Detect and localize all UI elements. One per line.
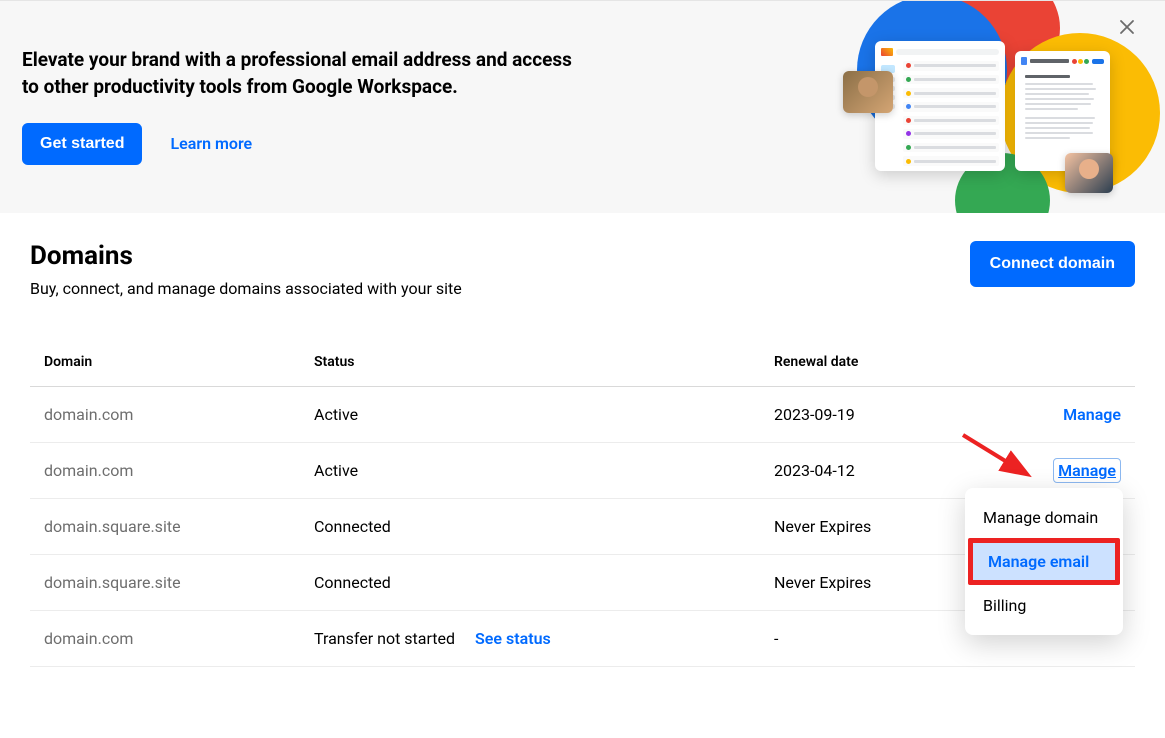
domains-section: Domains Buy, connect, and manage domains…: [0, 213, 1165, 695]
close-icon: [1119, 19, 1135, 35]
learn-more-link[interactable]: Learn more: [170, 134, 252, 153]
domains-table: Domain Status Renewal date domain.com Ac…: [30, 338, 1135, 667]
cell-status: Transfer not started See status: [314, 629, 774, 648]
close-banner-button[interactable]: [1119, 19, 1143, 43]
col-header-renewal: Renewal date: [774, 354, 994, 370]
col-header-domain: Domain: [44, 354, 314, 370]
cell-renewal: Never Expires: [774, 517, 994, 536]
table-row: domain.com Active 2023-04-12 Manage Mana…: [30, 443, 1135, 499]
banner-illustration: [835, 13, 1145, 203]
manage-dropdown: Manage domain Manage email Billing: [965, 488, 1123, 635]
cell-status: Active: [314, 461, 774, 480]
avatar-image-2: [1065, 153, 1113, 193]
dropdown-manage-email[interactable]: Manage email: [968, 538, 1120, 585]
cell-renewal: 2023-09-19: [774, 405, 994, 424]
cell-status: Connected: [314, 573, 774, 592]
cell-domain: domain.com: [44, 405, 314, 424]
get-started-button[interactable]: Get started: [22, 123, 142, 165]
col-header-action: [994, 354, 1121, 370]
cell-domain: domain.com: [44, 461, 314, 480]
table-row: domain.com Active 2023-09-19 Manage: [30, 387, 1135, 443]
cell-status: Active: [314, 405, 774, 424]
dropdown-manage-domain[interactable]: Manage domain: [965, 496, 1123, 539]
banner-actions: Get started Learn more: [22, 123, 582, 165]
domains-subtitle: Buy, connect, and manage domains associa…: [30, 279, 462, 298]
workspace-banner: Elevate your brand with a professional e…: [0, 0, 1165, 213]
connect-domain-button[interactable]: Connect domain: [970, 241, 1135, 287]
avatar-image-1: [843, 71, 893, 113]
cell-domain: domain.square.site: [44, 573, 314, 592]
cell-renewal: -: [774, 629, 994, 648]
cell-renewal: Never Expires: [774, 573, 994, 592]
cell-domain: domain.square.site: [44, 517, 314, 536]
status-text: Transfer not started: [314, 629, 455, 648]
gmail-preview: [875, 41, 1005, 171]
banner-title: Elevate your brand with a professional e…: [22, 47, 582, 100]
cell-renewal: 2023-04-12: [774, 461, 994, 480]
manage-link[interactable]: Manage: [1063, 405, 1121, 424]
banner-content: Elevate your brand with a professional e…: [22, 47, 582, 164]
cell-domain: domain.com: [44, 629, 314, 648]
cell-status: Connected: [314, 517, 774, 536]
dropdown-billing[interactable]: Billing: [965, 584, 1123, 627]
see-status-link[interactable]: See status: [475, 629, 551, 648]
col-header-status: Status: [314, 354, 774, 370]
table-header-row: Domain Status Renewal date: [30, 338, 1135, 387]
domains-header: Domains Buy, connect, and manage domains…: [30, 241, 1135, 298]
domains-title: Domains: [30, 241, 462, 271]
manage-link-active[interactable]: Manage: [1053, 458, 1121, 483]
